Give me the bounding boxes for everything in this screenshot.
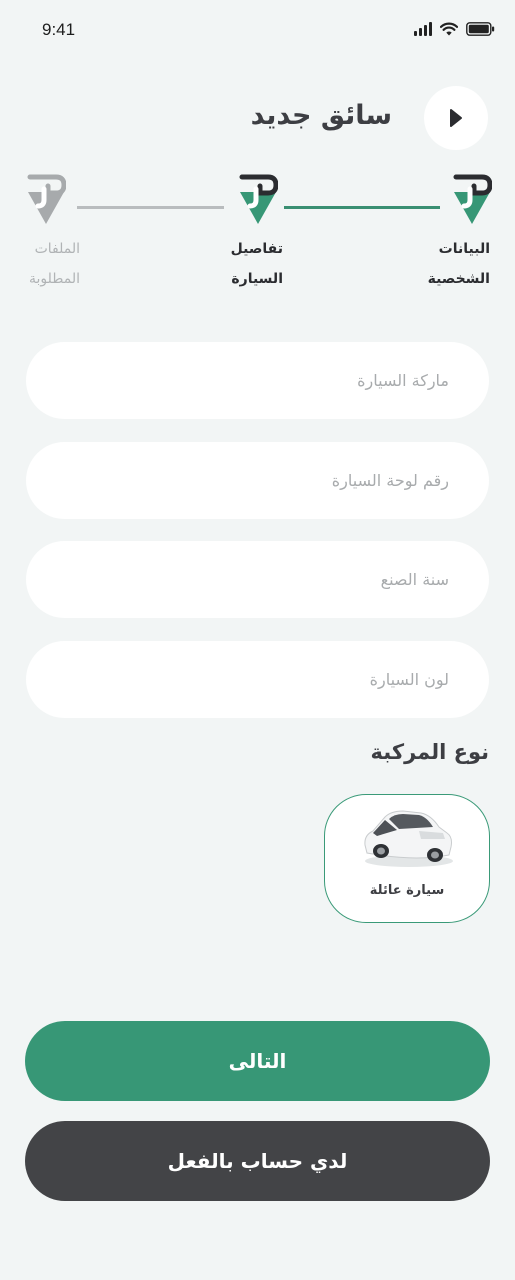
vehicle-option-family-car[interactable]: سيارة عائلة bbox=[324, 794, 490, 923]
have-account-button[interactable]: لدي حساب بالفعل bbox=[25, 1121, 490, 1201]
step-files-icon bbox=[27, 174, 66, 224]
back-arrow-icon bbox=[450, 109, 462, 127]
car-color-input[interactable] bbox=[26, 641, 489, 718]
step-personal-label[interactable]: البيانات الشخصية bbox=[390, 234, 490, 294]
step-car-label[interactable]: تفاصيل السيارة bbox=[183, 234, 283, 294]
signal-icon bbox=[414, 22, 432, 36]
vehicle-type-title: نوع المركبة bbox=[370, 740, 489, 764]
battery-icon bbox=[466, 22, 495, 36]
page-title: سائق جديد bbox=[250, 100, 392, 131]
vehicle-option-label: سيارة عائلة bbox=[369, 883, 445, 898]
status-time: 9:41 bbox=[42, 20, 76, 39]
back-button[interactable] bbox=[424, 86, 488, 150]
screen: 9:41 سائق جديد البيانات الشخصية تفاصيل ا… bbox=[0, 0, 515, 1280]
car-brand-input[interactable] bbox=[26, 342, 489, 419]
step-connector-2 bbox=[77, 206, 224, 209]
manufacture-year-input[interactable] bbox=[26, 541, 489, 618]
next-button[interactable]: التالى bbox=[25, 1021, 490, 1101]
step-car-icon bbox=[239, 174, 278, 224]
plate-number-input[interactable] bbox=[26, 442, 489, 519]
step-files-label[interactable]: الملفات المطلوبة bbox=[0, 234, 80, 294]
car-image-icon bbox=[364, 810, 453, 867]
step-personal-icon bbox=[453, 174, 492, 224]
wifi-icon bbox=[440, 22, 458, 36]
status-icons bbox=[414, 20, 495, 38]
step-connector-1 bbox=[284, 206, 440, 209]
